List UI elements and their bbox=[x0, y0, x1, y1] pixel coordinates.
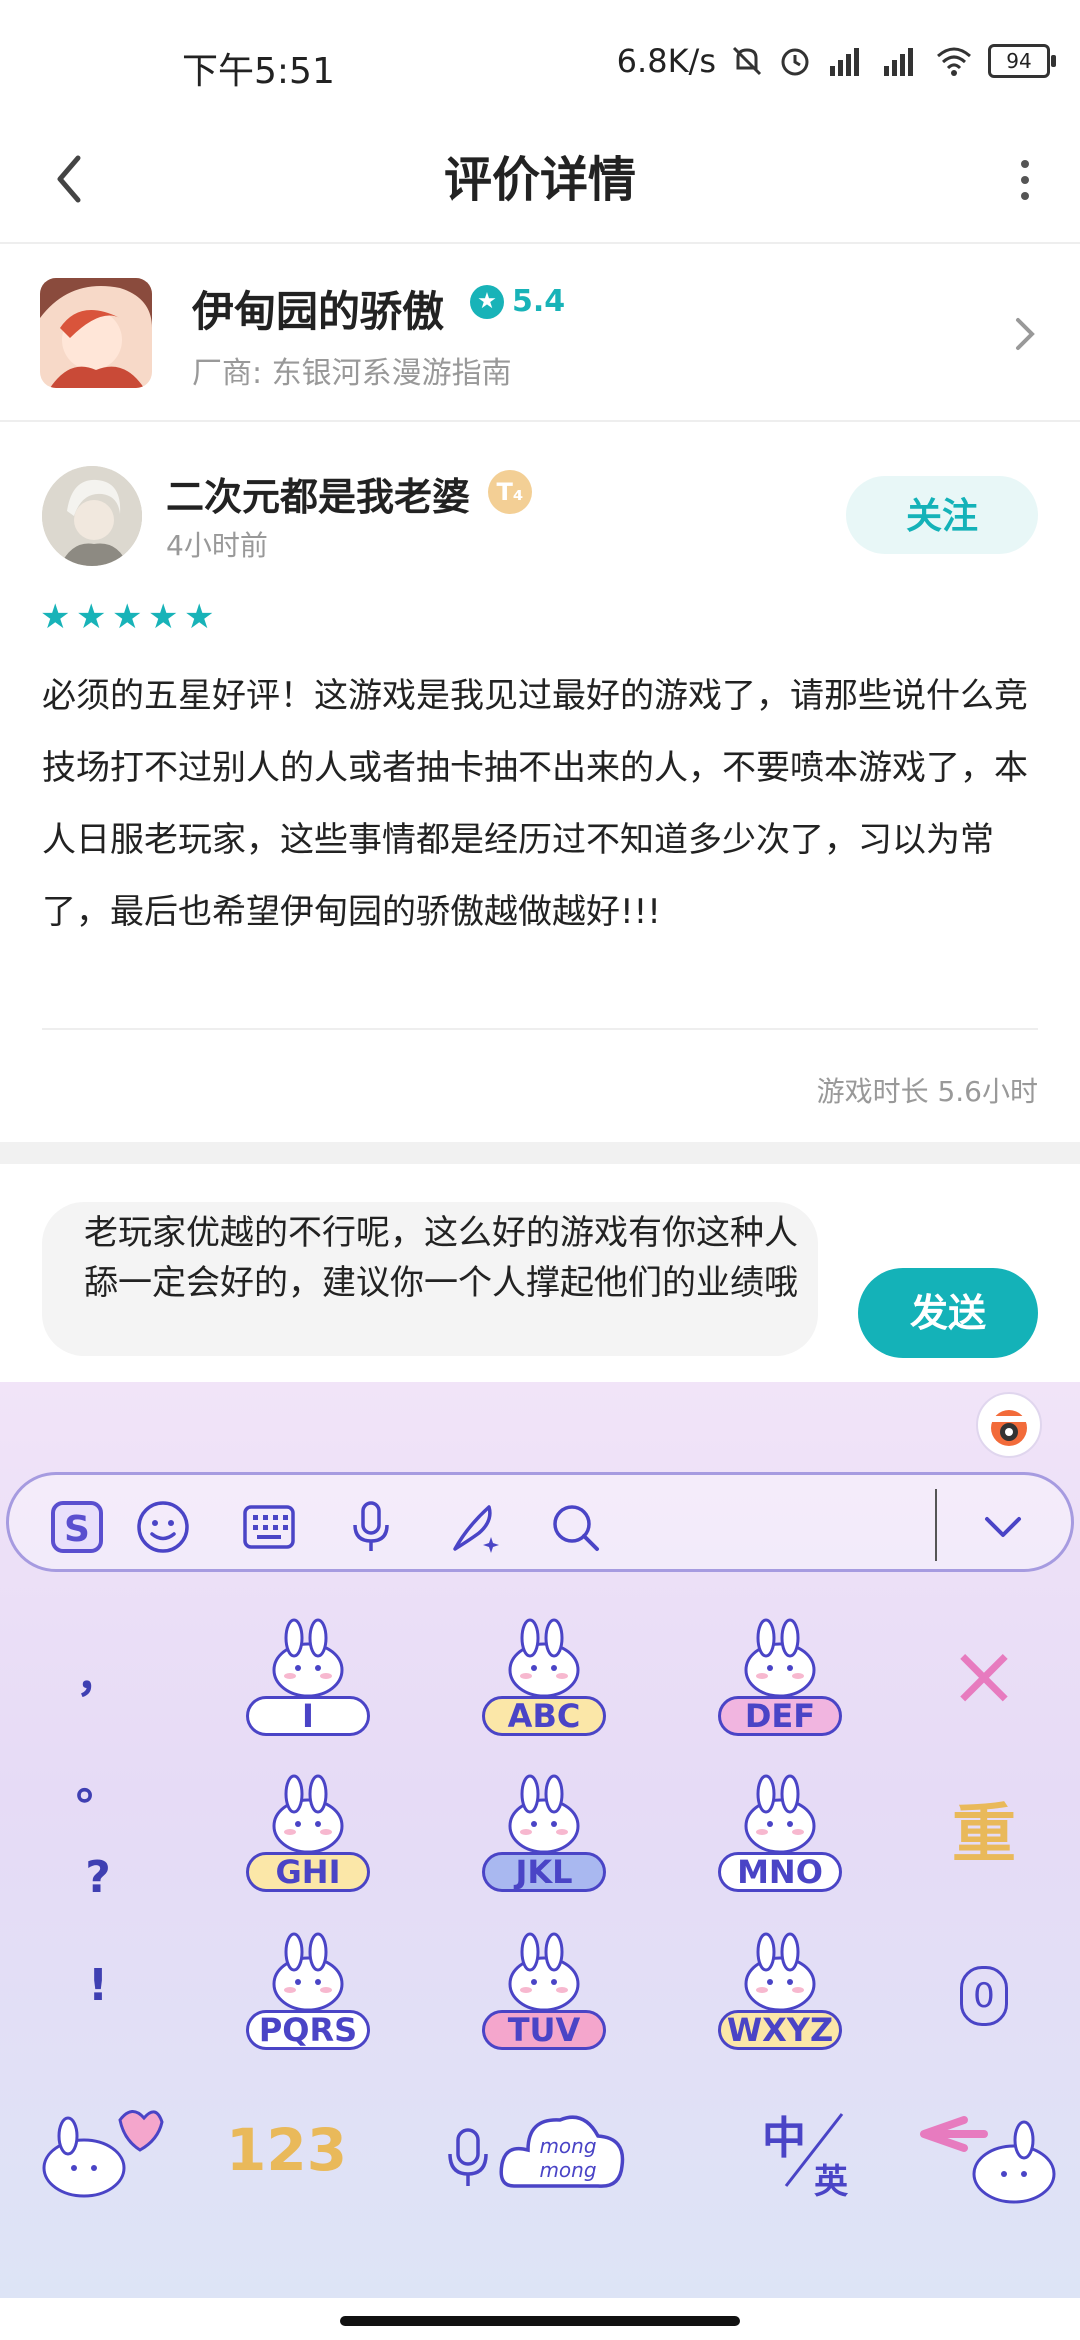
key-label: JKL bbox=[482, 1852, 606, 1892]
status-bar: 下午5:51 6.8K/s 94 bbox=[0, 0, 1080, 130]
username[interactable]: 二次元都是我老婆 bbox=[166, 466, 470, 521]
bunny-icon bbox=[508, 1618, 580, 1698]
send-button[interactable]: 发送 bbox=[858, 1268, 1038, 1358]
emoji-sticker-key[interactable] bbox=[28, 2090, 168, 2210]
home-indicator[interactable] bbox=[340, 2316, 740, 2326]
ime-toolbar: S bbox=[6, 1472, 1074, 1572]
numbers-key[interactable]: 123 bbox=[226, 2090, 347, 2210]
slash-icon bbox=[784, 2113, 844, 2187]
signal-icon bbox=[830, 48, 859, 76]
toolbar-separator bbox=[935, 1489, 937, 1561]
bunny-icon bbox=[272, 1618, 344, 1698]
key-label: GHI bbox=[246, 1852, 370, 1892]
search-icon[interactable] bbox=[545, 1497, 605, 1557]
star-icon: ★ bbox=[112, 597, 143, 637]
section-separator bbox=[0, 1142, 1080, 1164]
reenter-key[interactable]: 重 bbox=[934, 1790, 1034, 1880]
key-label: ABC bbox=[482, 1696, 606, 1736]
network-speed: 6.8K/s bbox=[616, 42, 716, 80]
sogou-logo-icon[interactable]: S bbox=[47, 1497, 107, 1557]
chevron-right-icon[interactable] bbox=[1010, 312, 1040, 356]
review-body: 必须的五星好评！这游戏是我见过最好的游戏了，请那些说什么竞技场打不过别人的人或者… bbox=[42, 676, 1028, 932]
bunny-icon bbox=[272, 1932, 344, 2012]
mute-icon bbox=[732, 46, 762, 76]
divider bbox=[42, 1028, 1038, 1030]
punct-key-exclaim[interactable]: ! bbox=[68, 1960, 128, 2011]
key-2[interactable]: ABC bbox=[474, 1612, 614, 1752]
key-label: I bbox=[246, 1696, 370, 1736]
key-5[interactable]: JKL bbox=[474, 1768, 614, 1908]
microphone-icon[interactable] bbox=[341, 1497, 401, 1557]
page-title: 评价详情 bbox=[443, 152, 636, 208]
key-6[interactable]: MNO bbox=[710, 1768, 850, 1908]
bunny-icon bbox=[744, 1774, 816, 1854]
mascot-icon[interactable] bbox=[976, 1392, 1042, 1458]
key-9[interactable]: WXYZ bbox=[710, 1926, 850, 2066]
follow-button[interactable]: 关注 bbox=[846, 476, 1038, 554]
punct-key-question[interactable]: ? bbox=[68, 1852, 128, 1903]
enter-key[interactable] bbox=[904, 2090, 1064, 2210]
divider bbox=[0, 420, 1080, 422]
battery-icon: 94 bbox=[988, 44, 1056, 78]
keyboard-icon[interactable] bbox=[239, 1497, 299, 1557]
enter-arrow-icon bbox=[920, 2116, 1056, 2204]
emoji-icon[interactable] bbox=[133, 1497, 193, 1557]
star-icon: ★ bbox=[40, 597, 71, 637]
lang-en-label: 英 bbox=[814, 2162, 848, 2202]
star-badge-icon: ★ bbox=[470, 284, 504, 319]
alarm-icon bbox=[781, 48, 809, 76]
game-vendor: 厂商: 东银河系漫游指南 bbox=[192, 356, 512, 391]
rating-stars: ★ ★ ★ ★ ★ bbox=[40, 597, 215, 637]
punct-key-comma[interactable]: ， bbox=[68, 1640, 128, 1704]
play-time: 游戏时长 5.6小时 bbox=[816, 1075, 1038, 1108]
bunny-heart-icon bbox=[42, 2110, 164, 2198]
language-switch-key[interactable]: 中 英 bbox=[756, 2090, 866, 2210]
more-options-icon[interactable] bbox=[1010, 150, 1040, 210]
bunny-icon bbox=[508, 1932, 580, 2012]
punct-key-period[interactable]: 。 bbox=[68, 1748, 128, 1812]
app-header: 评价详情 bbox=[0, 130, 1080, 240]
key-label: WXYZ bbox=[718, 2010, 842, 2050]
level-badge: T₄ bbox=[488, 470, 532, 514]
post-time: 4小时前 bbox=[166, 529, 268, 562]
key-7[interactable]: PQRS bbox=[238, 1926, 378, 2066]
game-score: ★ 5.4 bbox=[470, 284, 565, 319]
game-name[interactable]: 伊甸园的骄傲 bbox=[192, 278, 444, 339]
key-8[interactable]: TUV bbox=[474, 1926, 614, 2066]
status-time: 下午5:51 bbox=[182, 51, 335, 92]
star-icon: ★ bbox=[184, 597, 215, 637]
microphone-icon bbox=[448, 2128, 488, 2186]
key-label: TUV bbox=[482, 2010, 606, 2050]
handwriting-icon[interactable] bbox=[445, 1497, 505, 1557]
collapse-icon[interactable] bbox=[973, 1497, 1033, 1557]
key-1[interactable]: I bbox=[238, 1612, 378, 1752]
key-label: MNO bbox=[718, 1852, 842, 1892]
star-icon: ★ bbox=[76, 597, 107, 637]
zero-key-label: 0 bbox=[960, 1966, 1008, 2026]
zero-key[interactable]: 0 bbox=[934, 1948, 1034, 2038]
reply-input-text[interactable]: 老玩家优越的不行呢，这么好的游戏有你这种人舔一定会好的，建议你一个人撑起他们的业… bbox=[84, 1208, 804, 1308]
bunny-icon bbox=[272, 1774, 344, 1854]
bunny-icon bbox=[744, 1618, 816, 1698]
status-icons: 6.8K/s 94 bbox=[616, 42, 1056, 80]
voice-key-label: mong mong bbox=[539, 2134, 597, 2182]
key-4[interactable]: GHI bbox=[238, 1768, 378, 1908]
key-label: PQRS bbox=[246, 2010, 370, 2050]
score-value: 5.4 bbox=[512, 284, 566, 319]
key-3[interactable]: DEF bbox=[710, 1612, 850, 1752]
signal-icon-2 bbox=[884, 48, 913, 76]
key-label: DEF bbox=[718, 1696, 842, 1736]
svg-text:S: S bbox=[64, 1509, 90, 1550]
bunny-icon bbox=[744, 1932, 816, 2012]
game-icon[interactable] bbox=[40, 278, 152, 388]
delete-key[interactable]: × bbox=[934, 1630, 1034, 1720]
bunny-icon bbox=[508, 1774, 580, 1854]
star-icon: ★ bbox=[148, 597, 179, 637]
wifi-icon bbox=[937, 47, 971, 76]
space-voice-key[interactable]: mong mong bbox=[440, 2090, 640, 2210]
avatar[interactable] bbox=[42, 466, 142, 566]
divider bbox=[0, 242, 1080, 244]
